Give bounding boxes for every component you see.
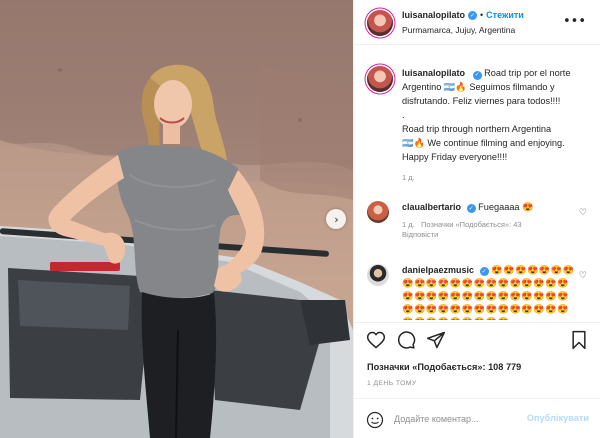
caption-line: Road trip through northern Argentina (402, 124, 552, 134)
action-bar (354, 322, 600, 356)
comment-likes[interactable]: Позначки «Подобається»: 43 (421, 220, 522, 229)
caption-avatar[interactable] (367, 66, 393, 92)
caption-line: Happy Friday everyone!!!! (402, 152, 508, 162)
author-avatar[interactable] (367, 10, 393, 36)
comment-input[interactable] (394, 411, 534, 427)
comment-body: danielpaezmusic ✓ 😍😍😍😍😍😍😍😍😍😍😍😍😍😍😍😍😍😍😍😍😍😍… (402, 264, 580, 320)
save-bookmark-icon[interactable] (569, 330, 589, 350)
next-photo-button[interactable]: › (326, 209, 346, 229)
reply-button[interactable]: Відповісти (402, 230, 438, 239)
comment-body: claualbertario ✓ Fuegaaaa 😍 1 д. Позначк… (402, 201, 580, 240)
post-comment-button[interactable]: Опублікувати (527, 413, 589, 423)
post-side-panel: luisanalopilato ✓ • Стежити Purmamarca, … (353, 0, 600, 438)
comments-section: luisanalopilato ✓ Road trip por el norte… (354, 46, 600, 320)
post-photo[interactable]: › (0, 0, 353, 438)
comment-like-heart-icon[interactable]: ♡ (579, 271, 587, 281)
commenter-username[interactable]: claualbertario (402, 202, 461, 212)
caption-body: luisanalopilato ✓ Road trip por el norte… (402, 66, 595, 185)
verified-badge-icon: ✓ (479, 267, 489, 276)
instagram-post: › luisanalopilato ✓ • Стежити Purmamarca… (0, 0, 600, 438)
commenter-avatar[interactable] (367, 201, 389, 223)
verified-badge-icon: ✓ (466, 204, 476, 213)
chevron-right-icon: › (334, 212, 339, 226)
comment-item: danielpaezmusic ✓ 😍😍😍😍😍😍😍😍😍😍😍😍😍😍😍😍😍😍😍😍😍😍… (367, 264, 595, 320)
photo-illustration (0, 0, 353, 438)
share-icon[interactable] (426, 330, 446, 350)
verified-badge-icon: ✓ (468, 10, 478, 20)
caption-time[interactable]: 1 д. (402, 171, 595, 185)
likes-count[interactable]: Позначки «Подобається»: 108 779 (367, 362, 521, 372)
caption-line: Argentino 🇦🇷🔥 Seguimos filmando y (402, 82, 555, 92)
commenter-avatar[interactable] (367, 264, 389, 286)
emoji-picker-icon[interactable] (366, 411, 384, 429)
verified-badge-icon: ✓ (472, 70, 482, 80)
comment-item: claualbertario ✓ Fuegaaaa 😍 1 д. Позначк… (367, 201, 595, 240)
caption-line: 🇦🇷🔥 We continue filming and enjoying. (402, 138, 565, 148)
follow-button[interactable]: Стежити (486, 10, 524, 20)
comment-meta: 1 д. Позначки «Подобається»: 43 Відповіс… (402, 220, 580, 240)
post-header: luisanalopilato ✓ • Стежити Purmamarca, … (354, 0, 600, 45)
caption-line: Road trip por el norte (484, 68, 571, 78)
location-link[interactable]: Purmamarca, Jujuy, Argentina (402, 25, 515, 35)
commenter-username[interactable]: danielpaezmusic (402, 265, 474, 275)
add-comment-bar: Опублікувати (354, 398, 600, 438)
comment-like-heart-icon[interactable]: ♡ (579, 208, 587, 218)
like-heart-icon[interactable] (366, 330, 386, 350)
author-username[interactable]: luisanalopilato (402, 10, 465, 20)
caption-line: . (402, 110, 405, 120)
post-time-ago[interactable]: 1 ДЕНЬ ТОМУ (367, 380, 417, 387)
caption-username[interactable]: luisanalopilato (402, 68, 465, 78)
comment-time[interactable]: 1 д. (402, 220, 415, 229)
comment-text: Fuegaaaa 😍 (478, 202, 534, 212)
comment-icon[interactable] (396, 330, 416, 350)
caption-line: disfrutando. Feliz viernes para todos!!!… (402, 96, 561, 106)
author-line: luisanalopilato ✓ • Стежити (402, 10, 524, 20)
separator-dot: • (480, 10, 484, 20)
more-options-icon[interactable]: ••• (563, 14, 586, 29)
caption: luisanalopilato ✓ Road trip por el norte… (367, 66, 595, 185)
